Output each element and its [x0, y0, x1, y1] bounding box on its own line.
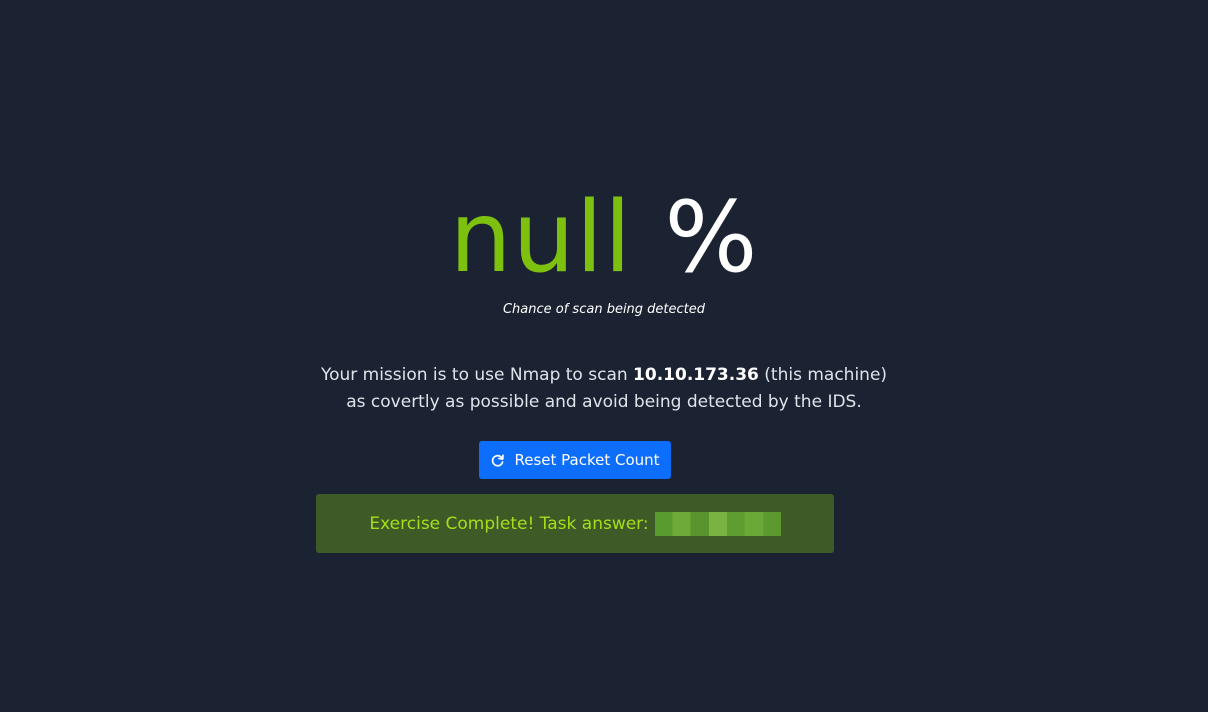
detection-caption: Chance of scan being detected: [502, 302, 706, 317]
exercise-complete-alert: Exercise Complete! Task answer:: [316, 494, 834, 553]
reset-button-label: Reset Packet Count: [514, 451, 660, 469]
mission-line1-prefix: Your mission is to use Nmap to scan: [320, 365, 634, 385]
reset-packet-count-button[interactable]: Reset Packet Count: [479, 441, 671, 479]
percent-sign: %: [664, 181, 759, 295]
mission-text: Your mission is to use Nmap to scan 10.1…: [0, 362, 1208, 416]
page: null % Chance of scan being detected You…: [0, 0, 1208, 712]
alert-text: Exercise Complete! Task answer:: [369, 513, 649, 534]
redacted-answer: [654, 511, 781, 536]
target-ip: 10.10.173.36: [633, 365, 759, 385]
mission-line2: as covertly as possible and avoid being …: [346, 392, 862, 412]
detection-value: null: [449, 181, 633, 295]
mission-line1-suffix: (this machine): [758, 365, 888, 385]
detection-percentage: null %: [0, 178, 1208, 298]
refresh-icon: [490, 453, 505, 468]
